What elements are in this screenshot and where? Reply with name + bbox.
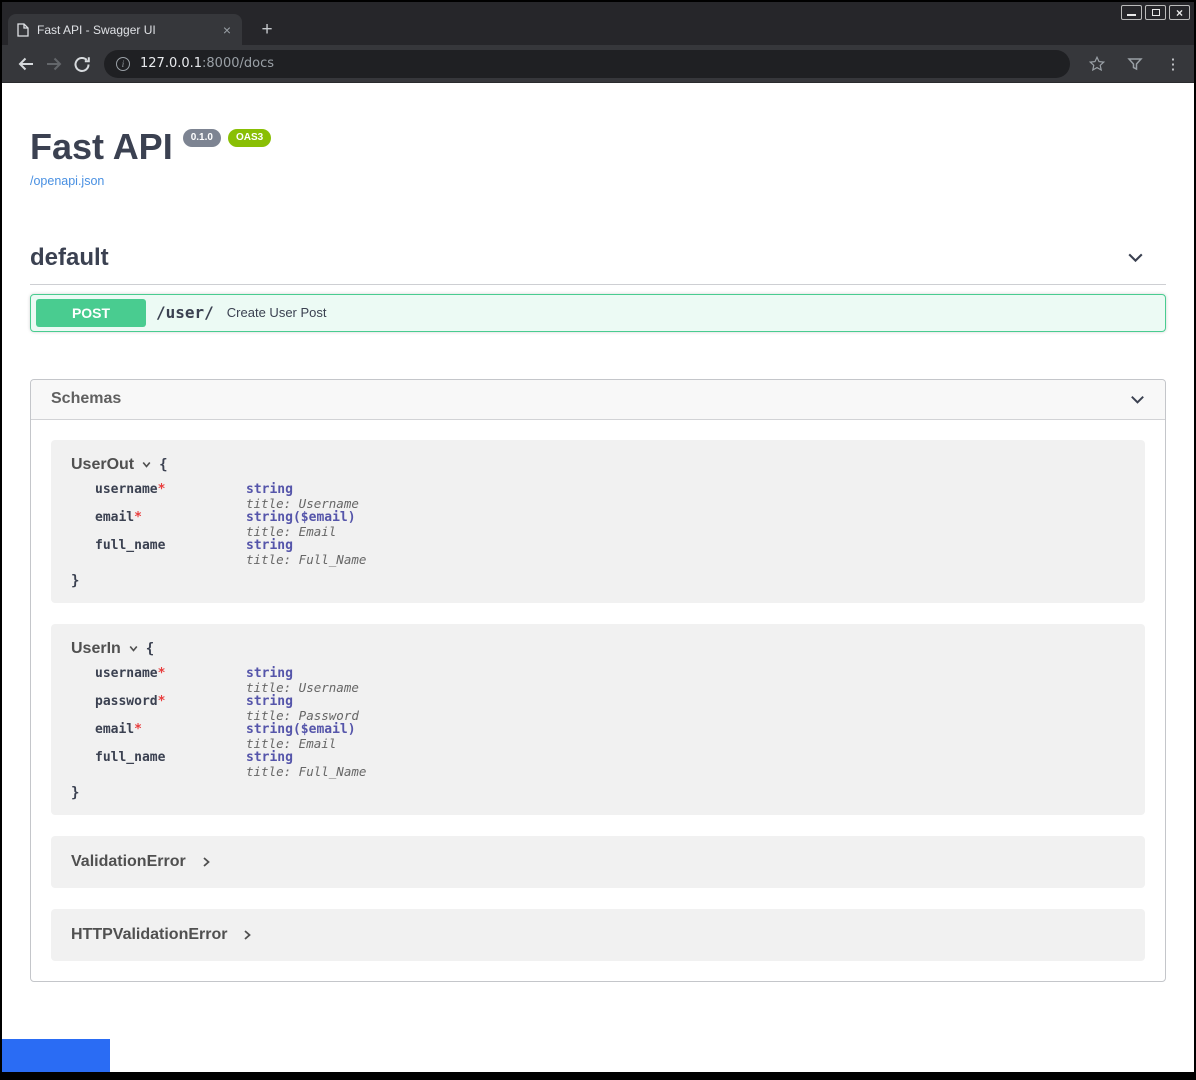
schema-property-row: email* string($email) title: Email: [95, 723, 1125, 751]
close-button[interactable]: ×: [1169, 5, 1190, 20]
maximize-button[interactable]: [1145, 5, 1166, 20]
close-icon: ×: [1176, 7, 1183, 19]
property-type: string($email): [246, 723, 356, 737]
property-title: title: Email: [246, 525, 356, 539]
url-path: :8000/docs: [202, 56, 274, 71]
model-userout: UserOut { username* string title: Userna…: [51, 440, 1145, 603]
page-content: Fast API 0.1.0 OAS3 /openapi.json defaul…: [2, 83, 1194, 1072]
schema-property-row: username* string title: Username: [95, 483, 1125, 511]
site-info-icon[interactable]: i: [116, 57, 130, 71]
url-host: 127.0.0.1: [140, 56, 202, 71]
property-type: string($email): [246, 511, 356, 525]
minimize-button[interactable]: [1121, 5, 1142, 20]
minimize-icon: [1127, 14, 1136, 16]
schemas-body: UserOut { username* string title: Userna…: [31, 420, 1165, 981]
chevron-right-icon: [241, 929, 253, 941]
url-text: 127.0.0.1:8000/docs: [140, 56, 274, 71]
toolbar-extension-icon[interactable]: [1124, 52, 1146, 76]
browser-menu-icon[interactable]: ⋮: [1162, 52, 1184, 76]
status-bubble: [2, 1039, 110, 1072]
open-brace: {: [146, 641, 154, 657]
schema-property-row: email* string($email) title: Email: [95, 511, 1125, 539]
bookmark-star-icon[interactable]: [1086, 52, 1108, 76]
tab-title: Fast API - Swagger UI: [37, 23, 221, 37]
open-brace: {: [159, 457, 167, 473]
model-userout-toggle[interactable]: UserOut: [71, 456, 134, 474]
endpoint-post-user[interactable]: POST /user/ Create User Post: [30, 294, 1166, 332]
property-type: string: [246, 483, 359, 497]
window-controls: ×: [1121, 5, 1190, 20]
schema-property-row: password* string title: Password: [95, 695, 1125, 723]
chevron-right-icon: [200, 856, 212, 868]
model-validationerror-toggle: ValidationError: [71, 853, 186, 871]
model-userin: UserIn { username* string title: Usernam…: [51, 624, 1145, 815]
new-tab-button[interactable]: +: [254, 17, 280, 43]
required-star: *: [158, 482, 166, 497]
model-httpvalidationerror[interactable]: HTTPValidationError: [51, 909, 1145, 961]
back-button[interactable]: [12, 50, 40, 78]
chevron-down-icon: [141, 459, 152, 470]
section-default-title: default: [30, 244, 109, 272]
required-star: *: [158, 666, 166, 681]
close-brace: }: [71, 785, 1125, 801]
reload-button[interactable]: [68, 50, 96, 78]
method-badge: POST: [36, 299, 146, 327]
openapi-spec-link[interactable]: /openapi.json: [30, 174, 104, 188]
schemas-header[interactable]: Schemas: [31, 380, 1165, 420]
property-type: string: [246, 695, 359, 709]
chevron-down-icon: [1128, 390, 1147, 409]
schema-property-row: full_name string title: Full_Name: [95, 539, 1125, 567]
maximize-icon: [1152, 9, 1160, 16]
property-type: string: [246, 751, 366, 765]
required-star: *: [134, 510, 142, 525]
api-header: Fast API 0.1.0 OAS3: [30, 127, 1166, 167]
chevron-down-icon: [128, 643, 139, 654]
endpoint-path: /user/: [156, 303, 214, 322]
required-star: *: [158, 694, 166, 709]
titlebar: Fast API - Swagger UI × + ×: [2, 2, 1194, 45]
property-title: title: Username: [246, 497, 359, 511]
model-userin-toggle[interactable]: UserIn: [71, 640, 121, 658]
forward-button[interactable]: [40, 50, 68, 78]
model-httpvalidationerror-toggle: HTTPValidationError: [71, 926, 227, 944]
tab-close-icon[interactable]: ×: [221, 23, 233, 37]
section-default-header[interactable]: default: [30, 244, 1166, 285]
schema-property-row: full_name string title: Full_Name: [95, 751, 1125, 779]
property-title: title: Username: [246, 681, 359, 695]
required-star: *: [134, 722, 142, 737]
property-title: title: Full_Name: [246, 765, 366, 779]
schemas-section: Schemas UserOut {: [30, 379, 1166, 982]
api-title: Fast API: [30, 127, 173, 167]
browser-tab[interactable]: Fast API - Swagger UI ×: [8, 14, 242, 45]
property-title: title: Email: [246, 737, 356, 751]
browser-toolbar: i 127.0.0.1:8000/docs ⋮: [2, 45, 1194, 83]
page-favicon-icon: [17, 23, 29, 37]
schemas-title: Schemas: [51, 390, 121, 408]
url-field[interactable]: i 127.0.0.1:8000/docs: [104, 50, 1070, 78]
version-badge: 0.1.0: [183, 129, 221, 147]
schema-property-row: username* string title: Username: [95, 667, 1125, 695]
property-title: title: Password: [246, 709, 359, 723]
property-type: string: [246, 667, 359, 681]
property-type: string: [246, 539, 366, 553]
endpoint-summary: Create User Post: [227, 305, 327, 320]
oas3-badge: OAS3: [228, 129, 271, 147]
model-validationerror[interactable]: ValidationError: [51, 836, 1145, 888]
property-title: title: Full_Name: [246, 553, 366, 567]
chevron-down-icon: [1125, 247, 1146, 268]
close-brace: }: [71, 573, 1125, 589]
